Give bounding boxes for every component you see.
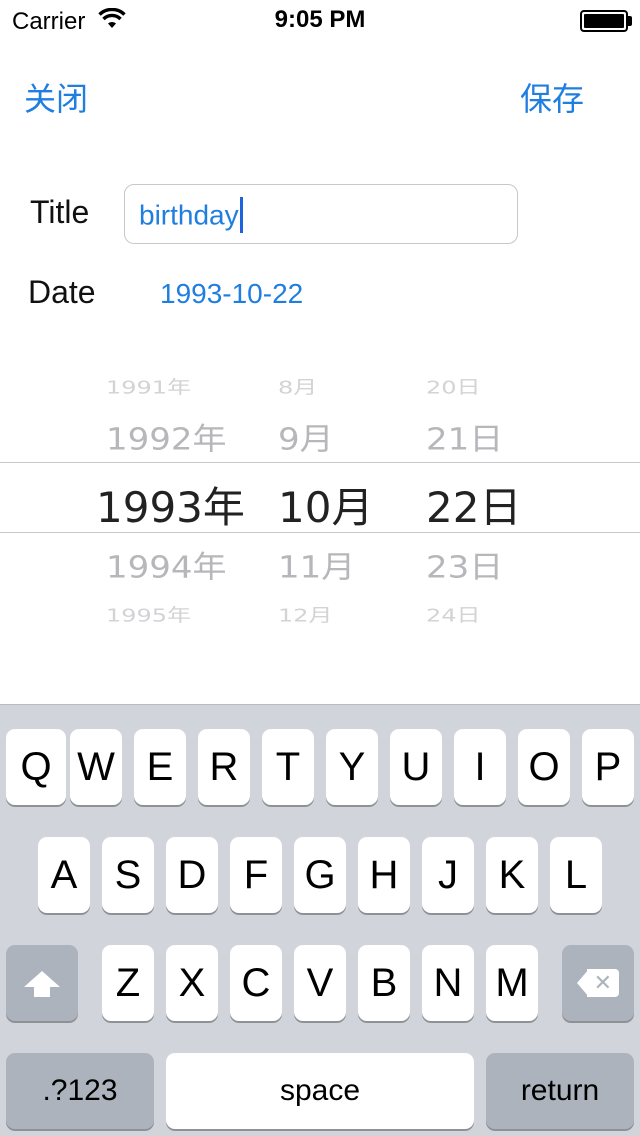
status-time: 9:05 PM xyxy=(274,6,366,33)
date-picker[interactable]: 1991年 1992年 1993年 1994年 1995年 8月 9月 10月 … xyxy=(0,352,640,642)
picker-day-option[interactable]: 21日 xyxy=(420,414,540,458)
return-key[interactable]: return xyxy=(486,1053,634,1129)
picker-month-option[interactable]: 12月 xyxy=(270,600,390,626)
shift-key[interactable] xyxy=(6,945,78,1021)
key-a[interactable]: A xyxy=(38,837,90,913)
picker-day-option[interactable]: 24日 xyxy=(420,600,540,626)
key-q[interactable]: Q xyxy=(6,729,66,805)
shift-icon xyxy=(6,945,78,1021)
picker-year-option[interactable]: 1992年 xyxy=(90,414,250,458)
key-n[interactable]: N xyxy=(422,945,474,1021)
picker-month-option[interactable]: 11月 xyxy=(270,542,390,586)
key-i[interactable]: I xyxy=(454,729,506,805)
picker-month-column[interactable]: 8月 9月 10月 11月 12月 xyxy=(270,352,390,642)
picker-year-selected[interactable]: 1993年 xyxy=(90,474,250,535)
title-input-value: birthday xyxy=(139,197,243,235)
key-y[interactable]: Y xyxy=(326,729,378,805)
key-g[interactable]: G xyxy=(294,837,346,913)
title-input[interactable]: birthday xyxy=(124,184,518,244)
battery-icon xyxy=(580,10,628,32)
key-s[interactable]: S xyxy=(102,837,154,913)
key-h[interactable]: H xyxy=(358,837,410,913)
delete-icon: ✕ xyxy=(577,969,619,997)
picker-month-option[interactable]: 8月 xyxy=(270,372,390,398)
key-p[interactable]: P xyxy=(582,729,634,805)
save-button[interactable]: 保存 xyxy=(520,74,584,120)
key-x[interactable]: X xyxy=(166,945,218,1021)
picker-month-option[interactable]: 9月 xyxy=(270,414,390,458)
date-value[interactable]: 1993-10-22 xyxy=(160,278,303,310)
key-e[interactable]: E xyxy=(134,729,186,805)
battery-tip xyxy=(628,16,632,26)
key-l[interactable]: L xyxy=(550,837,602,913)
keyboard: Q W E R T Y U I O P A S D F G H J K L Z … xyxy=(0,704,640,1136)
status-bar: Carrier 9:05 PM xyxy=(0,0,640,40)
key-m[interactable]: M xyxy=(486,945,538,1021)
space-key[interactable]: space xyxy=(166,1053,474,1129)
close-button[interactable]: 关闭 xyxy=(24,74,88,120)
key-j[interactable]: J xyxy=(422,837,474,913)
picker-day-option[interactable]: 20日 xyxy=(420,372,540,398)
picker-year-column[interactable]: 1991年 1992年 1993年 1994年 1995年 xyxy=(90,352,250,642)
date-label: Date xyxy=(28,274,96,310)
key-o[interactable]: O xyxy=(518,729,570,805)
picker-year-option[interactable]: 1995年 xyxy=(90,600,250,626)
picker-day-column[interactable]: 20日 21日 22日 23日 24日 xyxy=(420,352,540,642)
picker-year-option[interactable]: 1991年 xyxy=(90,372,250,398)
picker-month-selected[interactable]: 10月 xyxy=(270,474,390,535)
key-z[interactable]: Z xyxy=(102,945,154,1021)
picker-year-option[interactable]: 1994年 xyxy=(90,542,250,586)
key-d[interactable]: D xyxy=(166,837,218,913)
key-c[interactable]: C xyxy=(230,945,282,1021)
numbers-key[interactable]: .?123 xyxy=(6,1053,154,1129)
title-text: birthday xyxy=(139,199,239,231)
key-b[interactable]: B xyxy=(358,945,410,1021)
picker-day-option[interactable]: 23日 xyxy=(420,542,540,586)
key-u[interactable]: U xyxy=(390,729,442,805)
title-label: Title xyxy=(30,194,90,230)
text-caret xyxy=(239,197,243,233)
delete-key[interactable]: ✕ xyxy=(562,945,634,1021)
key-t[interactable]: T xyxy=(262,729,314,805)
picker-day-selected[interactable]: 22日 xyxy=(420,474,540,535)
key-r[interactable]: R xyxy=(198,729,250,805)
key-v[interactable]: V xyxy=(294,945,346,1021)
key-f[interactable]: F xyxy=(230,837,282,913)
key-k[interactable]: K xyxy=(486,837,538,913)
key-w[interactable]: W xyxy=(70,729,122,805)
